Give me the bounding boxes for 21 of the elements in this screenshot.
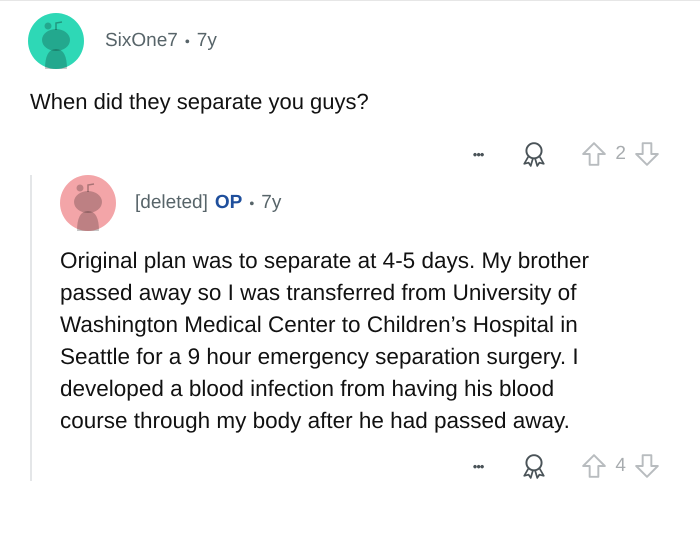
- more-button[interactable]: •••: [472, 458, 484, 474]
- comment-text: When did they separate you guys?: [30, 89, 370, 115]
- downvote-icon[interactable]: [634, 453, 660, 479]
- downvote-icon[interactable]: [634, 141, 660, 167]
- more-button[interactable]: •••: [472, 146, 484, 162]
- separator-dot: •: [184, 33, 190, 49]
- timestamp: 7y: [196, 30, 217, 52]
- award-icon[interactable]: [521, 141, 548, 167]
- op-label: OP: [214, 192, 242, 214]
- avatar-icon[interactable]: [60, 175, 116, 231]
- timestamp: 7y: [261, 192, 282, 214]
- vote-count: 2: [615, 143, 626, 165]
- username[interactable]: SixOne7: [105, 30, 178, 52]
- avatar-icon[interactable]: [28, 13, 84, 69]
- vote-count: 4: [615, 455, 626, 477]
- separator-dot: •: [249, 195, 254, 211]
- comment-text: Original plan was to separate at 4-5 days. My brother passed away so I was transferred from University of Washington Medical Center to Children’s Hospital in Seattle for a 9 hour emergency separation surgery. I developed a blood infection from having his blood course through my body after he had passed away.: [60, 247, 590, 435]
- upvote-icon[interactable]: [581, 141, 608, 167]
- upvote-icon[interactable]: [581, 453, 608, 479]
- award-icon[interactable]: [521, 453, 548, 479]
- username[interactable]: [deleted]: [135, 192, 208, 214]
